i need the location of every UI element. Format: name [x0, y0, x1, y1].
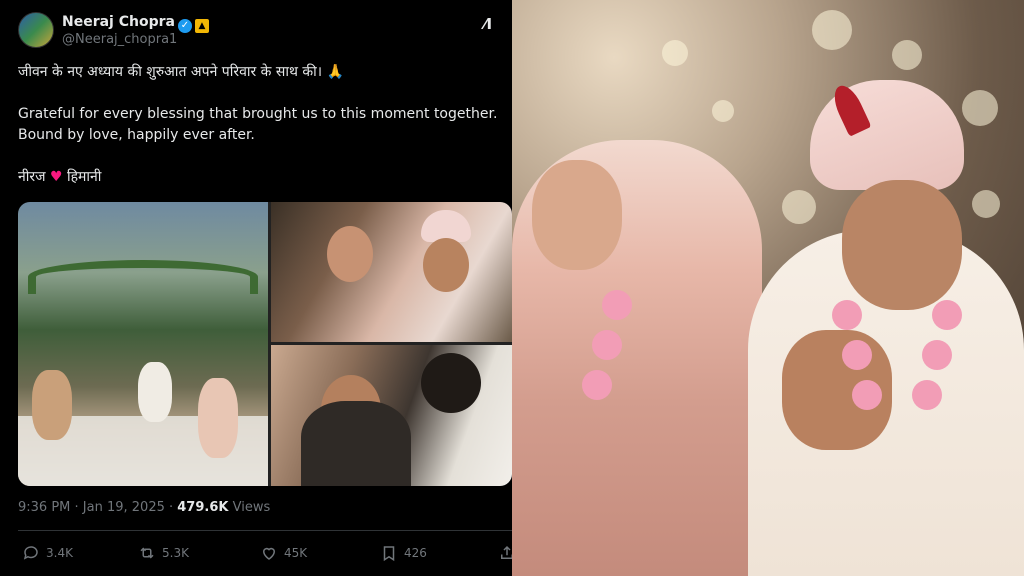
- bookmark-button[interactable]: 426: [380, 541, 427, 565]
- tweet-line-bound: Bound by love, happily ever after.: [18, 127, 255, 143]
- reply-icon: [23, 546, 38, 560]
- views-count: 479.6K: [177, 500, 229, 515]
- tweet-paragraph-english: Grateful for every blessing that brought…: [18, 104, 498, 146]
- like-icon: [262, 547, 276, 560]
- author-handle[interactable]: @Neeraj_chopra1: [62, 32, 177, 47]
- tweet-signature: नीरज ♥ हिमानी: [18, 167, 498, 188]
- avatar[interactable]: [18, 12, 54, 48]
- heart-icon: ♥: [49, 169, 63, 185]
- author-name[interactable]: Neeraj Chopra: [62, 14, 175, 30]
- author-name-row[interactable]: Neeraj Chopra ✓ ▲: [62, 14, 209, 33]
- tweet-post: Neeraj Chopra ✓ ▲ @Neeraj_chopra1 ⁄I जीवन …: [0, 0, 513, 576]
- tweet-line-grateful: Grateful for every blessing that brought…: [18, 106, 498, 122]
- floral-arch: [28, 260, 258, 294]
- grok-icon[interactable]: ⁄I: [478, 14, 498, 34]
- media-photo-blessing[interactable]: [271, 345, 512, 486]
- tweet-line-hindi: जीवन के नए अध्याय की शुरुआत अपने परिवार …: [18, 64, 344, 80]
- repost-icon: [140, 547, 154, 559]
- tweet-date[interactable]: Jan 19, 2025: [83, 500, 165, 515]
- turban: [810, 80, 964, 190]
- bookmark-count: 426: [404, 546, 427, 560]
- reply-button[interactable]: 3.4K: [22, 541, 73, 565]
- bookmark-icon: [383, 546, 395, 562]
- like-button[interactable]: 45K: [260, 541, 307, 565]
- views-label: Views: [232, 500, 271, 515]
- signature-right: हिमानी: [66, 169, 102, 185]
- signature-left: नीरज: [18, 169, 46, 185]
- tweet-time[interactable]: 9:36 PM: [18, 500, 70, 515]
- affiliate-badge-icon: ▲: [194, 19, 209, 33]
- action-bar: 3.4K 5.3K 45K 426: [18, 541, 513, 565]
- groom-face: [842, 180, 962, 310]
- verified-icon: ✓: [177, 19, 192, 33]
- divider: [18, 530, 512, 531]
- wedding-photo: [512, 0, 1024, 576]
- tweet-text: जीवन के नए अध्याय की शुरुआत अपने परिवार …: [18, 62, 498, 209]
- reply-count: 3.4K: [46, 546, 73, 560]
- tweet-header: Neeraj Chopra ✓ ▲ @Neeraj_chopra1 ⁄I: [18, 10, 498, 52]
- bride-face: [532, 160, 622, 270]
- repost-count: 5.3K: [162, 546, 189, 560]
- like-count: 45K: [284, 546, 308, 560]
- tweet-meta: 9:36 PM · Jan 19, 2025 · 479.6K Views: [18, 500, 271, 515]
- repost-button[interactable]: 5.3K: [138, 541, 189, 565]
- media-grid: [18, 202, 512, 486]
- media-photo-ceremony[interactable]: [18, 202, 268, 486]
- media-photo-couple[interactable]: [271, 202, 512, 342]
